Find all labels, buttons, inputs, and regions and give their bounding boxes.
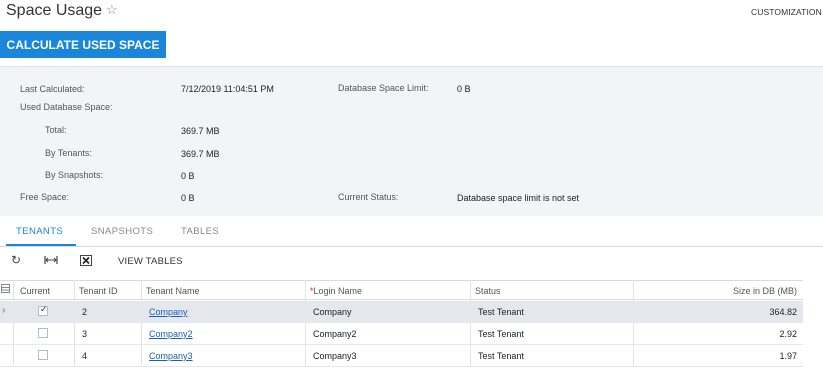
column-size[interactable]: Size in DB (MB) [733,286,797,296]
current-checkbox[interactable] [38,328,48,338]
size-cell: 1.97 [779,351,797,361]
by-snapshots-label: By Snapshots: [45,170,104,180]
column-login-name-label: Login Name [313,286,363,296]
fit-columns-icon[interactable] [44,255,58,268]
customization-menu[interactable]: CUSTOMIZATION [751,7,823,17]
tenant-id-cell: 3 [82,329,88,339]
column-current[interactable]: Current [20,286,50,296]
star-icon[interactable]: ☆ [106,2,118,18]
column-tenant-name[interactable]: Tenant Name [146,286,200,296]
last-calculated-value: 7/12/2019 11:04:51 PM [181,84,274,94]
current-checkbox[interactable] [38,305,48,316]
used-db-space-label: Used Database Space: [20,102,113,112]
tab-bar: TENANTS SNAPSHOTS TABLES [0,222,823,247]
last-calculated-label: Last Calculated: [20,84,85,94]
status-cell: Test Tenant [478,307,524,317]
tenant-name-link[interactable]: Company3 [149,351,193,361]
tenant-id-cell: 2 [82,307,88,317]
active-tab-indicator [6,244,76,246]
page-title: Space Usage [6,2,103,19]
chevron-right-icon: › [2,305,6,316]
column-tenant-id[interactable]: Tenant ID [79,286,118,296]
tenant-name-link[interactable]: Company2 [149,329,193,339]
summary-panel: Last Calculated: 7/12/2019 11:04:51 PM D… [0,66,823,216]
row-selector-icon[interactable] [1,284,10,295]
login-name-cell: Company3 [313,351,357,361]
size-cell: 364.82 [769,307,797,317]
by-tenants-label: By Tenants: [45,148,92,158]
free-space-label: Free Space: [20,192,70,202]
status-cell: Test Tenant [478,351,524,361]
status-cell: Test Tenant [478,329,524,339]
tab-tenants[interactable]: TENANTS [16,226,63,237]
free-space-value: 0 B [181,193,195,203]
current-checkbox[interactable] [38,350,48,360]
grid-toolbar: ↻ VIEW TABLES [0,250,823,274]
column-login-name[interactable]: *Login Name [310,286,362,296]
column-status[interactable]: Status [475,286,501,296]
tenant-id-cell: 4 [82,351,88,361]
total-value: 369.7 MB [181,126,220,136]
by-snapshots-value: 0 B [181,171,195,181]
grid-header: Current Tenant ID Tenant Name *Login Nam… [0,280,803,300]
db-space-limit-value: 0 B [457,84,471,94]
export-excel-icon[interactable] [80,255,92,269]
calculate-used-space-button[interactable]: CALCULATE USED SPACE [0,31,166,58]
login-name-cell: Company2 [313,329,357,339]
size-cell: 2.92 [779,329,797,339]
login-name-cell: Company [313,307,352,317]
table-row[interactable]: 3 Company2 Company2 Test Tenant 2.92 [0,323,803,345]
tab-snapshots[interactable]: SNAPSHOTS [91,226,153,237]
by-tenants-value: 369.7 MB [181,149,220,159]
total-label: Total: [45,125,67,135]
db-space-limit-label: Database Space Limit: [338,83,429,93]
title-bar: Space Usage ☆ CUSTOMIZATION [0,0,823,28]
current-status-value: Database space limit is not set [457,193,580,203]
refresh-icon[interactable]: ↻ [11,253,21,267]
table-row[interactable]: 4 Company3 Company3 Test Tenant 1.97 [0,345,803,367]
current-status-label: Current Status: [338,192,399,202]
tenant-name-link[interactable]: Company [149,307,188,317]
tab-tables[interactable]: TABLES [181,226,219,237]
table-row[interactable]: › 2 Company Company Test Tenant 364.82 [0,301,803,323]
view-tables-button[interactable]: VIEW TABLES [118,256,183,267]
